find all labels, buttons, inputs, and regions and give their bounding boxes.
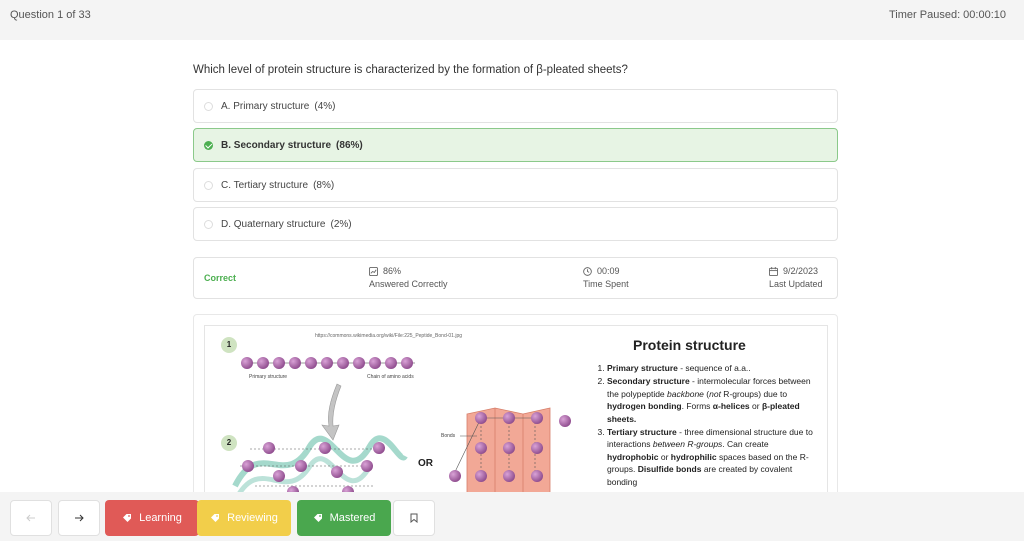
timer[interactable]: Timer Paused: 00:00:10	[889, 9, 1006, 21]
result-status: Correct	[204, 273, 237, 283]
mastered-label: Mastered	[329, 512, 376, 524]
chain-label: Chain of amino acids	[367, 374, 414, 380]
check-circle-icon	[204, 140, 213, 150]
question-counter: Question 1 of 33	[10, 9, 91, 21]
previous-button[interactable]	[10, 500, 52, 536]
learning-label: Learning	[139, 512, 182, 524]
option-label: A. Primary structure	[221, 100, 310, 112]
next-button[interactable]	[58, 500, 100, 536]
arrow-right-icon	[75, 514, 84, 522]
or-label: OR	[418, 458, 433, 469]
clock-icon	[583, 266, 592, 276]
figure-title: Protein structure	[633, 337, 746, 353]
reviewing-button[interactable]: Reviewing	[197, 500, 291, 536]
calendar-icon	[769, 266, 778, 276]
last-updated-stat: 9/2/2023 Last Updated	[769, 266, 823, 289]
radio-icon	[204, 180, 213, 190]
learning-button[interactable]: Learning	[105, 500, 199, 536]
tag-icon	[211, 514, 220, 522]
option-label: D. Quaternary structure	[221, 218, 326, 230]
date-value: 9/2/2023	[783, 266, 819, 276]
option-label: C. Tertiary structure	[221, 179, 309, 191]
radio-icon	[204, 219, 213, 229]
source-url: https://commons.wikimedia.org/wiki/File:…	[315, 333, 463, 339]
explanation-panel: 1 2 https://commons.wikimedia.org/wiki/F…	[193, 314, 838, 514]
down-arrow-icon	[321, 383, 342, 441]
step-2-marker: 2	[221, 435, 237, 451]
protein-structure-diagram	[232, 357, 571, 513]
protein-structure-figure: 1 2 https://commons.wikimedia.org/wiki/F…	[204, 325, 828, 513]
bonds-label: Bonds	[441, 433, 456, 439]
time-spent-stat: 00:09 Time Spent	[583, 266, 629, 289]
list-item: Secondary structure - intermolecular for…	[607, 375, 816, 425]
option-percentage: (8%)	[313, 179, 335, 191]
option-label: B. Secondary structure	[221, 139, 332, 151]
structure-list: Primary structure - sequence of a.a.. Se…	[591, 362, 816, 489]
answered-label: Answered Correctly	[369, 279, 448, 289]
reviewing-label: Reviewing	[227, 512, 278, 524]
answer-option-c[interactable]: C. Tertiary structure (8%)	[193, 168, 838, 202]
question-text: Which level of protein structure is char…	[193, 64, 628, 76]
arrow-left-icon	[26, 514, 35, 522]
option-percentage: (4%)	[314, 100, 336, 112]
answered-correctly-stat: 86% Answered Correctly	[369, 266, 448, 289]
time-value: 00:09	[597, 266, 620, 276]
tag-icon	[123, 514, 132, 522]
tag-icon	[313, 514, 322, 522]
bottom-toolbar: Learning Reviewing Mastered	[0, 492, 1024, 541]
mastered-button[interactable]: Mastered	[297, 500, 391, 536]
radio-icon	[204, 101, 213, 111]
list-item: Tertiary structure - three dimensional s…	[607, 426, 816, 489]
answered-value: 86%	[383, 266, 402, 276]
top-bar: Question 1 of 33 Timer Paused: 00:00:10	[0, 0, 1024, 40]
stats-panel: Correct 86% Answered Correctly 00:09 Tim…	[193, 257, 838, 299]
bookmark-button[interactable]	[393, 500, 435, 536]
list-item: Primary structure - sequence of a.a..	[607, 362, 816, 375]
bookmark-icon	[410, 513, 418, 523]
option-percentage: (2%)	[330, 218, 352, 230]
answer-option-d[interactable]: D. Quaternary structure (2%)	[193, 207, 838, 241]
chart-icon	[369, 266, 378, 276]
primary-structure-label: Primary structure	[249, 374, 288, 380]
time-label: Time Spent	[583, 279, 629, 289]
option-percentage: (86%)	[336, 139, 363, 151]
step-1-marker: 1	[221, 337, 237, 353]
date-label: Last Updated	[769, 279, 823, 289]
amino-acid-chain	[241, 357, 415, 369]
answer-option-a[interactable]: A. Primary structure (4%)	[193, 89, 838, 123]
answer-option-b[interactable]: B. Secondary structure (86%)	[193, 128, 838, 162]
